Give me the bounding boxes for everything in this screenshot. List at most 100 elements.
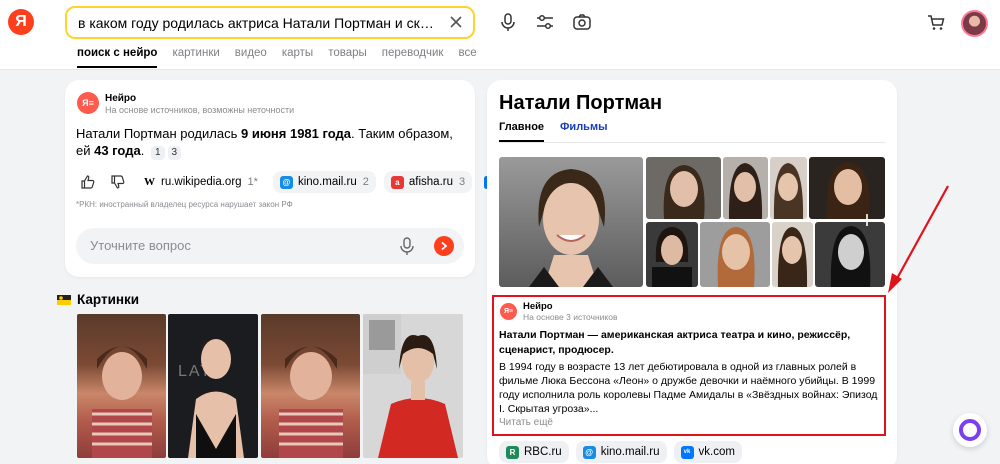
- microphone-icon[interactable]: [498, 12, 518, 32]
- actress-portrait-image: LATI: [178, 338, 244, 458]
- read-more-link[interactable]: Читать ещё: [499, 417, 553, 428]
- source-chip-kino-mail[interactable]: @ kino.mail.ru 2: [272, 171, 376, 193]
- thumbs-up-icon: [81, 175, 95, 189]
- images-section-title[interactable]: Картинки: [77, 292, 139, 307]
- reference-badge[interactable]: 1: [150, 146, 165, 160]
- entity-name: Натали Портман: [499, 92, 663, 114]
- tab-neuro-search[interactable]: поиск с нейро: [77, 47, 158, 68]
- afisha-icon: a: [390, 175, 404, 189]
- source-chip-vk[interactable]: vk vk.com: [673, 441, 742, 463]
- images-flag-icon: [57, 294, 71, 305]
- entity-description: В 1994 году в возрасте 13 лет дебютирова…: [499, 361, 878, 415]
- source-name: RBC.ru: [524, 446, 562, 458]
- neuro-summary-highlight: Я≡ Нейро На основе 3 источников Натали П…: [492, 295, 886, 436]
- mail-icon: @: [582, 445, 596, 459]
- wikipedia-icon: W: [144, 176, 155, 188]
- source-name: afisha.ru: [408, 176, 453, 188]
- search-tabs: поиск с нейро картинки видео карты товар…: [77, 47, 492, 68]
- mail-icon: @: [279, 175, 293, 189]
- actress-portrait-image: [728, 163, 763, 219]
- source-chip-rbc[interactable]: R RBC.ru: [499, 441, 569, 463]
- actress-portrait-image: [777, 227, 808, 287]
- rbc-icon: R: [506, 445, 519, 459]
- reference-badge[interactable]: 3: [167, 146, 182, 160]
- gallery-photo[interactable]: [772, 222, 813, 287]
- source-count: 3: [459, 176, 466, 188]
- source-count: 2: [362, 176, 369, 188]
- gallery-photo[interactable]: [809, 157, 885, 219]
- annotation-arrow-icon: [888, 185, 949, 293]
- answer-actions: W ru.wikipedia.org 1* @ kino.mail.ru 2 a…: [76, 171, 502, 193]
- neuro-answer-card: Я≡ Нейро На основе источников, возможны …: [65, 80, 495, 277]
- source-chip-afisha[interactable]: a afisha.ru 3: [383, 171, 473, 193]
- tab-films[interactable]: Фильмы: [560, 121, 607, 142]
- neuro-summary-subtitle: На основе 3 источников: [523, 312, 618, 322]
- rkn-disclaimer: *РКН: иностранный владелец ресурса наруш…: [76, 200, 293, 209]
- answer-age: 43 года: [94, 143, 141, 158]
- yandex-logo[interactable]: Я: [8, 9, 34, 35]
- girl-portrait-image: [92, 346, 152, 458]
- answer-text-part: Натали Портман родилась: [76, 126, 241, 141]
- entity-lead-text: Натали Портман — американская актриса те…: [499, 329, 851, 356]
- send-button[interactable]: [434, 236, 454, 256]
- microphone-icon[interactable]: [398, 236, 416, 256]
- source-name: vk.com: [698, 446, 735, 458]
- actress-red-dress-image: [363, 314, 458, 458]
- tab-maps[interactable]: карты: [282, 47, 313, 68]
- tab-main[interactable]: Главное: [499, 121, 545, 142]
- gallery-main-photo[interactable]: [499, 157, 643, 287]
- tab-products[interactable]: товары: [328, 47, 367, 68]
- image-thumbnail[interactable]: [363, 314, 463, 458]
- gallery-photo[interactable]: [646, 222, 698, 287]
- images-section-header: Картинки: [57, 292, 139, 307]
- neuro-title: Нейро: [105, 93, 137, 104]
- gallery-photo[interactable]: [700, 222, 770, 287]
- search-input[interactable]: в каком году родилась актриса Натали Пор…: [65, 6, 475, 39]
- actress-portrait-image: [826, 162, 870, 219]
- alice-icon: [959, 419, 981, 441]
- image-thumbnail[interactable]: [261, 314, 360, 458]
- filter-icon[interactable]: [535, 12, 555, 32]
- source-name: kino.mail.ru: [297, 176, 357, 188]
- source-chip-wikipedia[interactable]: W ru.wikipedia.org 1*: [136, 171, 265, 193]
- gallery-photo[interactable]: [723, 157, 768, 219]
- gallery-photo[interactable]: [770, 157, 807, 219]
- camera-search-icon[interactable]: [572, 12, 592, 32]
- entity-tabs: Главное Фильмы: [499, 121, 885, 143]
- gallery-photo[interactable]: [815, 222, 885, 287]
- dislike-button[interactable]: [106, 171, 130, 193]
- like-button[interactable]: [76, 171, 100, 193]
- alice-assistant-button[interactable]: [953, 413, 987, 447]
- knowledge-sources: R RBC.ru @ kino.mail.ru vk vk.com: [499, 441, 749, 463]
- clarify-question-input[interactable]: Уточните вопрос: [76, 228, 464, 264]
- source-count: 1*: [247, 176, 258, 188]
- clear-icon[interactable]: [447, 13, 465, 31]
- actress-bw-portrait-image: [830, 226, 871, 287]
- tab-translator[interactable]: переводчик: [382, 47, 444, 68]
- actress-portrait-image: [663, 165, 705, 219]
- tab-all[interactable]: все: [458, 47, 476, 68]
- header: Я в каком году родилась актриса Натали П…: [0, 0, 1000, 70]
- neuro-logo-icon: Я≡: [500, 303, 517, 320]
- tab-images[interactable]: картинки: [172, 47, 219, 68]
- neuro-logo-icon: Я≡: [77, 92, 99, 114]
- more-photos-icon[interactable]: [860, 213, 874, 227]
- gallery-photo[interactable]: [646, 157, 721, 219]
- cart-icon[interactable]: [926, 12, 946, 32]
- actress-portrait-image: [717, 227, 755, 287]
- tab-video[interactable]: видео: [235, 47, 267, 68]
- search-query-text[interactable]: в каком году родилась актриса Натали Пор…: [78, 15, 438, 31]
- girl-portrait-image: [279, 346, 343, 458]
- arrow-right-icon: [441, 241, 448, 251]
- neuro-summary-title: Нейро: [523, 301, 553, 312]
- actress-portrait-image: [773, 163, 804, 219]
- user-avatar[interactable]: [961, 10, 988, 37]
- source-name: ru.wikipedia.org: [161, 176, 242, 188]
- source-chip-kino-mail[interactable]: @ kino.mail.ru: [575, 441, 667, 463]
- neuro-answer-text: Натали Портман родилась 9 июня 1981 года…: [76, 125, 466, 160]
- image-thumbnail[interactable]: [77, 314, 166, 458]
- answer-birth-date: 9 июня 1981 года: [240, 126, 351, 141]
- image-thumbnail[interactable]: LATI: [168, 314, 258, 458]
- actress-portrait-image: [652, 227, 692, 287]
- actress-smiling-image: [529, 169, 613, 287]
